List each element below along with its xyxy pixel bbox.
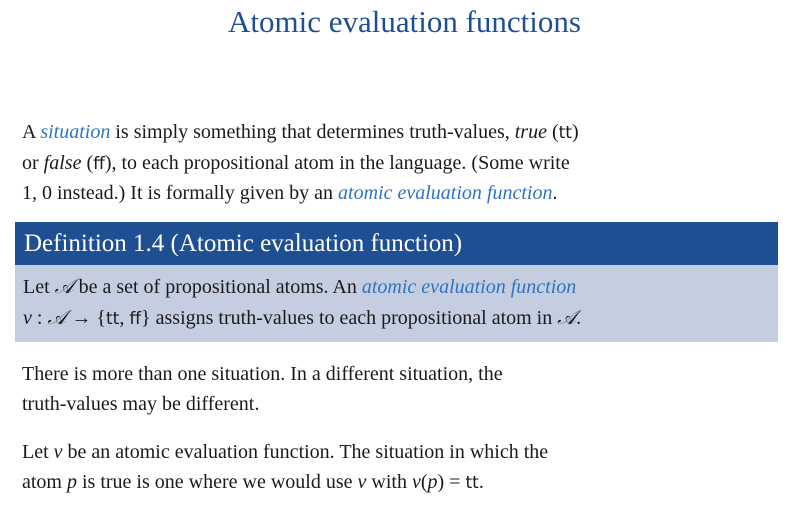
paragraph-text: ( bbox=[420, 470, 428, 493]
definition-text: } assigns truth-values to each propositi… bbox=[141, 307, 558, 329]
paragraph-text: atom bbox=[22, 470, 67, 493]
p-symbol: p bbox=[67, 470, 77, 493]
intro-text: ( bbox=[546, 121, 559, 143]
definition-heading: Definition 1.4 (Atomic evaluation functi… bbox=[15, 222, 778, 265]
intro-text: ) bbox=[571, 121, 579, 143]
false-word: false bbox=[43, 151, 82, 174]
tt-symbol: tt bbox=[558, 123, 572, 143]
intro-text: ), to each propositional atom in the lan… bbox=[104, 151, 570, 174]
paragraph-line: There is more than one situation. In a d… bbox=[22, 363, 503, 385]
intro-text: or bbox=[22, 151, 44, 174]
paragraph-line: truth-values may be different. bbox=[22, 392, 260, 415]
intro-text: A bbox=[22, 121, 41, 143]
paragraph-text: Let bbox=[22, 441, 54, 463]
situation-paragraph: There is more than one situation. In a d… bbox=[22, 360, 792, 419]
atom-set-symbol: 𝒜 bbox=[47, 305, 67, 329]
term-atomic-evaluation-function: atomic evaluation function bbox=[361, 276, 577, 298]
evaluation-paragraph: Let v be an atomic evaluation function. … bbox=[22, 438, 792, 498]
definition-body: Let 𝒜 be a set of propositional atoms. A… bbox=[15, 265, 778, 342]
intro-text: is simply something that determines trut… bbox=[110, 121, 515, 143]
definition-text: be a set of propositional atoms. An bbox=[73, 276, 362, 298]
ff-symbol: ff bbox=[93, 153, 105, 174]
paragraph-text: . bbox=[478, 470, 484, 493]
intro-paragraph: A situation is simply something that det… bbox=[22, 118, 792, 209]
tt-symbol: tt bbox=[105, 309, 120, 329]
definition-text: → { bbox=[66, 307, 106, 329]
p-symbol: p bbox=[427, 470, 438, 493]
paragraph-text: with bbox=[366, 470, 412, 493]
intro-text: 1, 0 instead.) It is formally given by a… bbox=[22, 182, 339, 204]
definition-text: . bbox=[576, 307, 582, 329]
v-symbol: v bbox=[411, 470, 421, 493]
term-atomic-evaluation-function: atomic evaluation function bbox=[338, 182, 553, 204]
intro-text: . bbox=[552, 182, 558, 204]
true-word: true bbox=[514, 121, 547, 143]
v-symbol: v bbox=[23, 307, 32, 329]
definition-block: Definition 1.4 (Atomic evaluation functi… bbox=[15, 222, 778, 342]
tt-symbol: tt bbox=[465, 472, 479, 493]
intro-text: ( bbox=[81, 151, 94, 174]
atom-set-symbol: 𝒜 bbox=[54, 274, 74, 298]
definition-text: Let bbox=[23, 276, 55, 298]
definition-text: , bbox=[119, 307, 130, 329]
ff-symbol: ff bbox=[129, 309, 142, 329]
paragraph-text: is true is one where we would use bbox=[77, 470, 358, 493]
term-situation: situation bbox=[40, 121, 111, 143]
paragraph-text: be an atomic evaluation function. The si… bbox=[62, 441, 549, 463]
definition-text: : bbox=[31, 307, 48, 329]
v-symbol: v bbox=[53, 441, 63, 463]
page-title: Atomic evaluation functions bbox=[228, 4, 581, 39]
paragraph-text: ) = bbox=[437, 470, 466, 493]
atom-set-symbol: 𝒜 bbox=[557, 305, 577, 329]
